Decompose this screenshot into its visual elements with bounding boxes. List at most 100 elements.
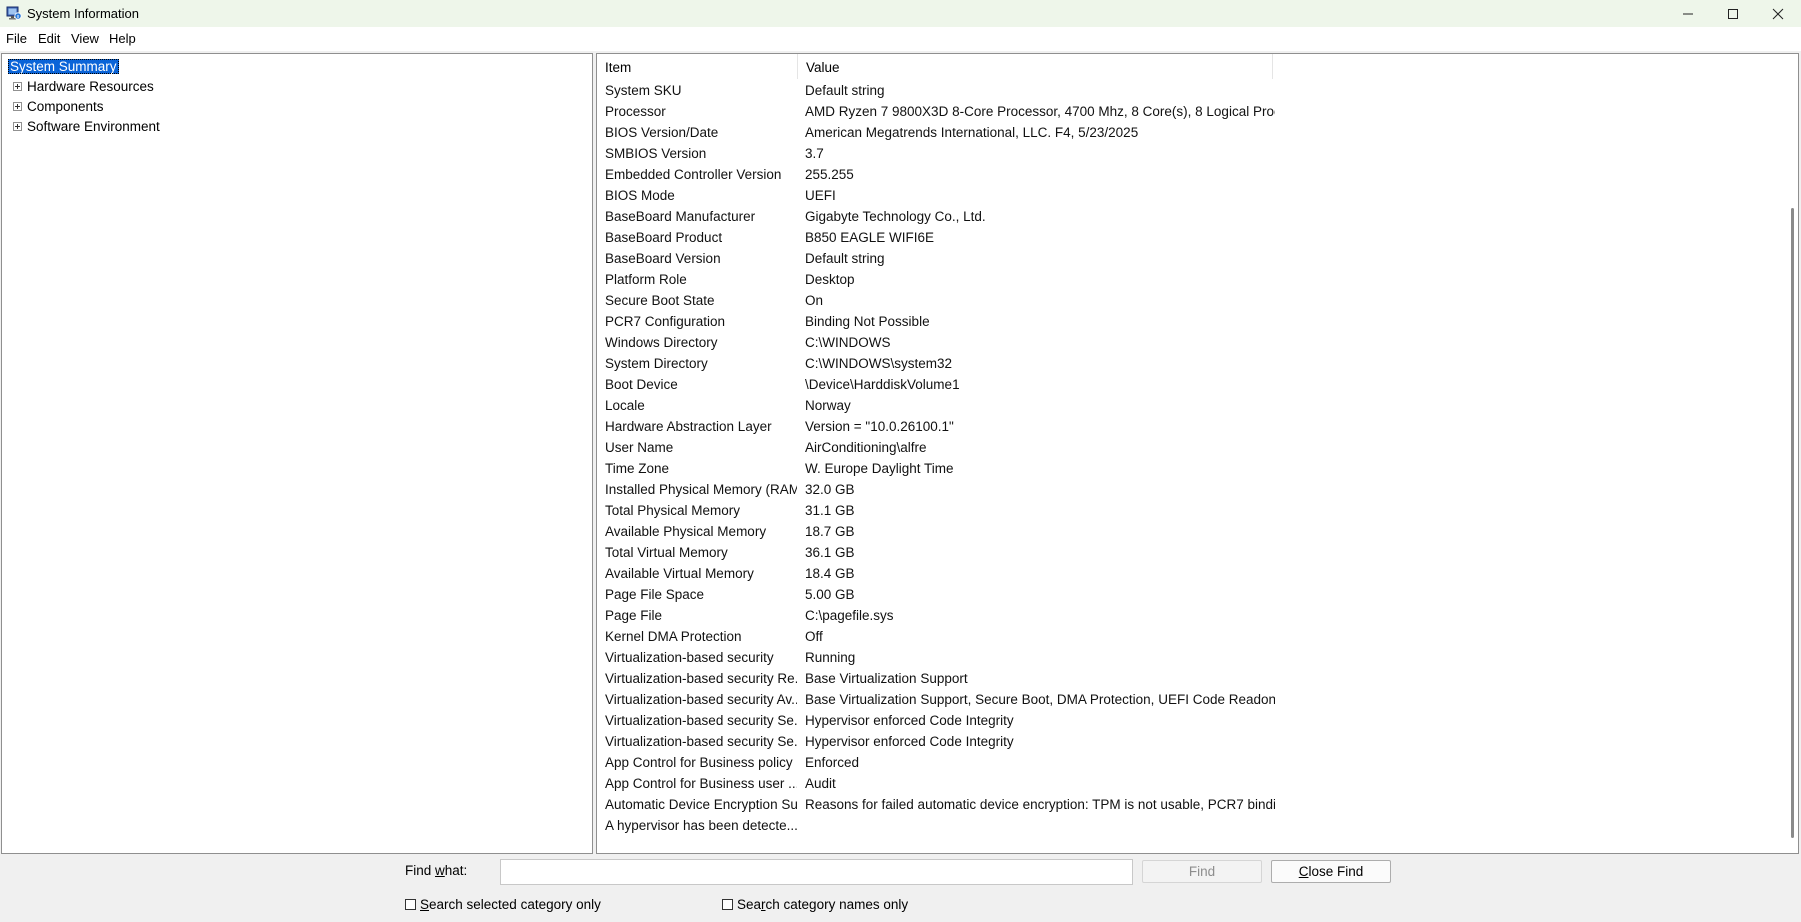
checkbox-box[interactable] bbox=[722, 899, 733, 910]
scrollbar-thumb[interactable] bbox=[1791, 208, 1794, 838]
minimize-icon bbox=[1683, 13, 1693, 14]
tree-item-components[interactable]: Components bbox=[13, 97, 104, 115]
item-cell: Virtualization-based security bbox=[605, 650, 774, 665]
item-cell: Kernel DMA Protection bbox=[605, 629, 742, 644]
table-row[interactable]: Page File C:\pagefile.sys bbox=[597, 606, 1773, 627]
item-cell: App Control for Business policy bbox=[605, 755, 793, 770]
table-row[interactable]: Locale Norway bbox=[597, 396, 1773, 417]
item-cell: SMBIOS Version bbox=[605, 146, 707, 161]
table-row[interactable]: BaseBoard Product B850 EAGLE WIFI6E bbox=[597, 228, 1773, 249]
category-tree[interactable]: System Summary Hardware Resources Compon… bbox=[1, 53, 593, 854]
value-cell: Version = "10.0.26100.1" bbox=[805, 419, 954, 434]
item-cell: Processor bbox=[605, 104, 666, 119]
value-cell: \Device\HarddiskVolume1 bbox=[805, 377, 960, 392]
item-cell: Virtualization-based security Re... bbox=[605, 671, 797, 686]
find-what-input[interactable] bbox=[500, 859, 1133, 885]
close-icon bbox=[1772, 8, 1784, 19]
table-row[interactable]: SMBIOS Version 3.7 bbox=[597, 144, 1773, 165]
table-row[interactable]: Automatic Device Encryption Su... Reasons… bbox=[597, 795, 1773, 816]
menu-view[interactable]: View bbox=[71, 31, 99, 46]
tree-item-hardware-resources[interactable]: Hardware Resources bbox=[13, 77, 154, 95]
menu-edit[interactable]: Edit bbox=[38, 31, 60, 46]
table-row[interactable]: Virtualization-based security Av... Base … bbox=[597, 690, 1773, 711]
minimize-button[interactable] bbox=[1665, 0, 1711, 27]
item-cell: Available Physical Memory bbox=[605, 524, 767, 539]
table-row[interactable]: System Directory C:\WINDOWS\system32 bbox=[597, 354, 1773, 375]
value-cell: Norway bbox=[805, 398, 851, 413]
item-cell: Windows Directory bbox=[605, 335, 718, 350]
expand-plus-icon[interactable] bbox=[13, 81, 22, 91]
value-cell: 32.0 GB bbox=[805, 482, 855, 497]
column-header-item[interactable]: Item bbox=[597, 54, 798, 79]
value-cell: Running bbox=[805, 650, 856, 665]
table-row[interactable]: Virtualization-based security Re... Base … bbox=[597, 669, 1773, 690]
item-cell: System Directory bbox=[605, 356, 708, 371]
item-cell: A hypervisor has been detecte... bbox=[605, 818, 797, 833]
table-row[interactable]: App Control for Business policy Enforced bbox=[597, 753, 1773, 774]
value-cell: Audit bbox=[805, 776, 836, 791]
item-cell: Embedded Controller Version bbox=[605, 167, 782, 182]
maximize-button[interactable] bbox=[1710, 0, 1756, 27]
checkbox-label: Search category names only bbox=[737, 897, 909, 912]
table-row[interactable]: Total Virtual Memory 36.1 GB bbox=[597, 543, 1773, 564]
item-cell: Total Virtual Memory bbox=[605, 545, 728, 560]
table-row[interactable]: Total Physical Memory 31.1 GB bbox=[597, 501, 1773, 522]
table-row[interactable]: Kernel DMA Protection Off bbox=[597, 627, 1773, 648]
table-row[interactable]: A hypervisor has been detecte... bbox=[597, 816, 1773, 837]
table-row[interactable]: Processor AMD Ryzen 7 9800X3D 8-Core Proc… bbox=[597, 102, 1773, 123]
item-cell: BaseBoard Product bbox=[605, 230, 723, 245]
expand-plus-icon[interactable] bbox=[13, 101, 22, 111]
item-cell: BaseBoard Version bbox=[605, 251, 721, 266]
table-row[interactable]: BIOS Version/Date American Megatrends Int… bbox=[597, 123, 1773, 144]
table-row[interactable]: Virtualization-based security Running bbox=[597, 648, 1773, 669]
table-row[interactable]: BaseBoard Version Default string bbox=[597, 249, 1773, 270]
find-bar: Find what: Find Close Find Search select… bbox=[0, 855, 1801, 922]
table-row[interactable]: Time Zone W. Europe Daylight Time bbox=[597, 459, 1773, 480]
search-category-names-checkbox[interactable]: Search category names only bbox=[722, 897, 908, 912]
value-cell: Enforced bbox=[805, 755, 860, 770]
menu-help[interactable]: Help bbox=[109, 31, 136, 46]
close-find-button[interactable]: Close Find bbox=[1271, 860, 1391, 883]
table-row[interactable]: Hardware Abstraction Layer Version = "10.… bbox=[597, 417, 1773, 438]
expand-plus-icon[interactable] bbox=[13, 121, 22, 131]
tree-item-software-environment[interactable]: Software Environment bbox=[13, 117, 160, 135]
search-selected-category-checkbox[interactable]: Search selected category only bbox=[405, 897, 601, 912]
close-button[interactable] bbox=[1755, 0, 1801, 27]
value-cell: UEFI bbox=[805, 188, 836, 203]
item-cell: Hardware Abstraction Layer bbox=[605, 419, 772, 434]
table-row[interactable]: App Control for Business user ... Audit bbox=[597, 774, 1773, 795]
table-row[interactable]: Available Virtual Memory 18.4 GB bbox=[597, 564, 1773, 585]
table-row[interactable]: Platform Role Desktop bbox=[597, 270, 1773, 291]
table-row[interactable]: Available Physical Memory 18.7 GB bbox=[597, 522, 1773, 543]
table-row[interactable]: User Name AirConditioning\alfre bbox=[597, 438, 1773, 459]
table-row[interactable]: Virtualization-based security Se... Hyper… bbox=[597, 711, 1773, 732]
value-cell: W. Europe Daylight Time bbox=[805, 461, 954, 476]
table-row[interactable]: BIOS Mode UEFI bbox=[597, 186, 1773, 207]
value-cell: On bbox=[805, 293, 824, 308]
table-row[interactable]: Windows Directory C:\WINDOWS bbox=[597, 333, 1773, 354]
menu-file[interactable]: File bbox=[6, 31, 27, 46]
table-row[interactable]: Boot Device \Device\HarddiskVolume1 bbox=[597, 375, 1773, 396]
table-row[interactable]: BaseBoard Manufacturer Gigabyte Technolog… bbox=[597, 207, 1773, 228]
checkbox-label: Search selected category only bbox=[420, 897, 601, 912]
table-row[interactable]: Page File Space 5.00 GB bbox=[597, 585, 1773, 606]
tree-item-system-summary[interactable]: System Summary bbox=[8, 57, 119, 75]
table-row[interactable]: System SKU Default string bbox=[597, 81, 1773, 102]
table-row[interactable]: Embedded Controller Version 255.255 bbox=[597, 165, 1773, 186]
value-cell: 3.7 bbox=[805, 146, 824, 161]
table-row[interactable]: PCR7 Configuration Binding Not Possible bbox=[597, 312, 1773, 333]
tree-item-label: Software Environment bbox=[27, 118, 160, 134]
column-header-value[interactable]: Value bbox=[798, 54, 1273, 79]
value-cell: C:\pagefile.sys bbox=[805, 608, 894, 623]
find-button[interactable]: Find bbox=[1142, 860, 1262, 883]
item-cell: Locale bbox=[605, 398, 645, 413]
item-cell: Virtualization-based security Av... bbox=[605, 692, 797, 707]
table-row[interactable]: Secure Boot State On bbox=[597, 291, 1773, 312]
item-cell: BIOS Version/Date bbox=[605, 125, 719, 140]
value-cell: AirConditioning\alfre bbox=[805, 440, 927, 455]
table-row[interactable]: Installed Physical Memory (RAM) 32.0 GB bbox=[597, 480, 1773, 501]
table-row[interactable]: Virtualization-based security Se... Hyper… bbox=[597, 732, 1773, 753]
details-list[interactable]: Item Value System SKU Default string Proce… bbox=[596, 53, 1799, 854]
find-what-label: Find what: bbox=[405, 863, 468, 878]
checkbox-box[interactable] bbox=[405, 899, 416, 910]
